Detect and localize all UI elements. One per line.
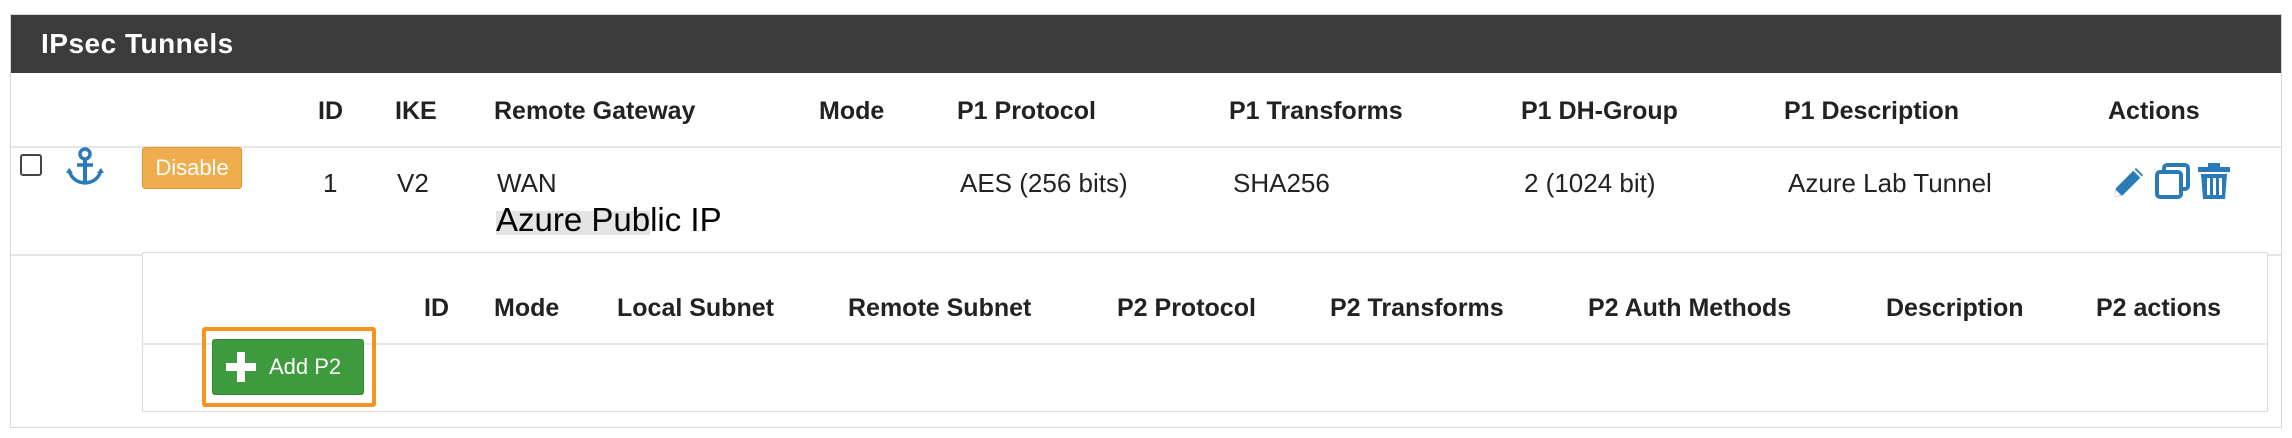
pencil-icon[interactable] <box>2110 163 2148 206</box>
p2-header-description: Description <box>1886 294 2024 322</box>
p2-subtable <box>142 252 2268 412</box>
disable-button[interactable]: Disable <box>142 147 242 189</box>
p1-dh-group: 2 (1024 bit) <box>1524 168 1656 198</box>
copy-icon[interactable] <box>2154 162 2192 205</box>
header-divider <box>11 146 2281 148</box>
p2-header-transforms: P2 Transforms <box>1330 294 1504 322</box>
panel-title: IPsec Tunnels <box>41 28 234 59</box>
add-p2-button[interactable]: Add P2 <box>212 339 364 395</box>
p1-header-ike: IKE <box>395 97 437 125</box>
p1-header-mode: Mode <box>819 97 885 125</box>
p2-header-remote-subnet: Remote Subnet <box>848 294 1032 322</box>
trash-icon[interactable] <box>2196 161 2232 206</box>
p2-header-divider <box>143 343 2267 345</box>
p2-header-mode: Mode <box>494 294 560 322</box>
plus-icon <box>223 349 259 385</box>
p1-header-transforms: P1 Transforms <box>1229 97 1403 125</box>
p1-transforms: SHA256 <box>1233 168 1330 198</box>
p1-header-actions: Actions <box>2108 97 2200 125</box>
anchor-icon[interactable] <box>64 146 106 193</box>
p2-header-id: ID <box>424 294 449 322</box>
p1-description: Azure Lab Tunnel <box>1788 168 1992 198</box>
p1-ike: V2 <box>397 168 429 198</box>
p1-header-description: P1 Description <box>1784 97 1960 125</box>
p2-header-actions: P2 actions <box>2096 294 2222 322</box>
p1-header-protocol: P1 Protocol <box>957 97 1096 125</box>
p1-protocol: AES (256 bits) <box>960 168 1128 198</box>
p1-header-remote-gateway: Remote Gateway <box>494 97 696 125</box>
row-select-checkbox[interactable] <box>20 154 42 176</box>
p1-remote-gateway: WAN <box>497 168 557 198</box>
p1-id: 1 <box>323 168 338 198</box>
panel-heading: IPsec Tunnels <box>11 15 2281 73</box>
p1-header-dh-group: P1 DH-Group <box>1521 97 1678 125</box>
p2-header-auth-methods: P2 Auth Methods <box>1588 294 1792 322</box>
p1-header-id: ID <box>318 97 343 125</box>
p2-header-local-subnet: Local Subnet <box>617 294 774 322</box>
add-p2-label: Add P2 <box>269 354 342 379</box>
p2-header-protocol: P2 Protocol <box>1117 294 1256 322</box>
remote-gateway-annotation: Azure Public IP <box>496 201 722 238</box>
